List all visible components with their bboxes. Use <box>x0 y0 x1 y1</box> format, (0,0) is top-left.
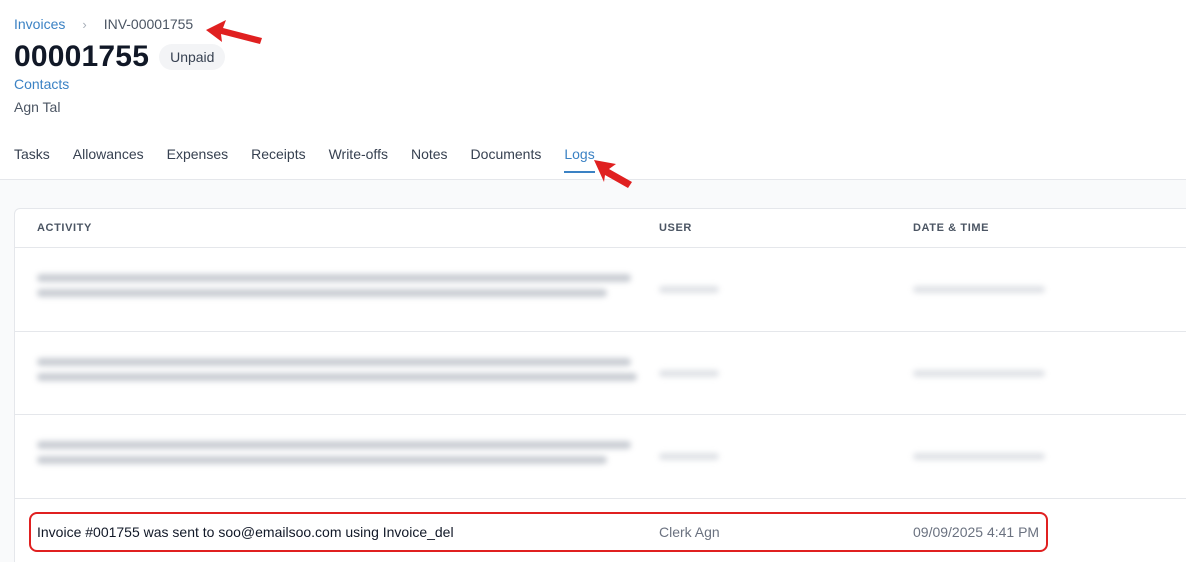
redacted-row-content <box>15 248 1061 331</box>
breadcrumb: Invoices › INV-00001755 <box>14 16 193 32</box>
column-header-user: USER <box>659 222 692 234</box>
table-row-redacted <box>15 248 1186 332</box>
tab-expenses[interactable]: Expenses <box>167 146 228 173</box>
breadcrumb-invoices-link[interactable]: Invoices <box>14 16 65 32</box>
logs-content: ACTIVITY USER DATE & TIME Invoice #00175… <box>0 180 1186 562</box>
tab-tasks[interactable]: Tasks <box>14 146 50 173</box>
status-badge: Unpaid <box>159 44 226 70</box>
tab-allowances[interactable]: Allowances <box>73 146 144 173</box>
table-row-redacted <box>15 331 1186 415</box>
red-arrow-icon <box>594 160 632 188</box>
chevron-right-icon: › <box>82 16 87 32</box>
column-header-activity: ACTIVITY <box>37 222 92 234</box>
red-arrow-icon <box>206 20 262 44</box>
tab-documents[interactable]: Documents <box>471 146 542 173</box>
annotation-highlight-box <box>29 512 1048 552</box>
invoice-header: Invoices › INV-00001755 00001755 Unpaid … <box>0 0 1186 180</box>
tab-bar: Tasks Allowances Expenses Receipts Write… <box>14 146 618 173</box>
tab-logs[interactable]: Logs <box>564 146 596 173</box>
tab-receipts[interactable]: Receipts <box>251 146 305 173</box>
table-row-redacted <box>15 415 1186 499</box>
contacts-link[interactable]: Contacts <box>14 76 69 92</box>
column-header-date-time: DATE & TIME <box>913 222 990 234</box>
contact-name: Agn Tal <box>14 99 61 115</box>
redacted-row-content <box>15 415 1061 498</box>
title-row: 00001755 Unpaid <box>14 40 226 74</box>
page-title: 00001755 <box>14 40 150 73</box>
tab-write-offs[interactable]: Write-offs <box>329 146 388 173</box>
redacted-row-content <box>15 331 1061 414</box>
table-header: ACTIVITY USER DATE & TIME <box>15 209 1186 248</box>
logs-table: ACTIVITY USER DATE & TIME Invoice #00175… <box>14 208 1186 562</box>
breadcrumb-current: INV-00001755 <box>103 16 194 32</box>
tab-notes[interactable]: Notes <box>411 146 448 173</box>
